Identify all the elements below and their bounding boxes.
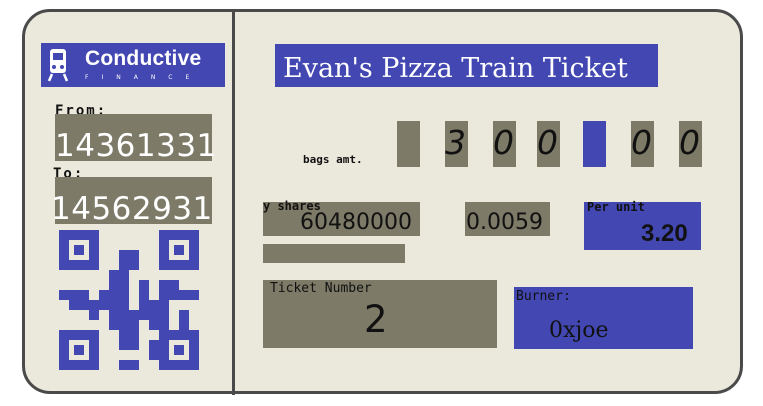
ticket-divider	[232, 10, 235, 395]
stage: Conductive FINANCE From: 14361331 To: 14…	[0, 0, 763, 406]
bags-amount-label: bags amt.	[303, 153, 363, 166]
bags-digit-3-text: 0	[537, 123, 558, 162]
bags-digit-1-text: 3	[445, 123, 466, 162]
brand-logo: Conductive FINANCE	[41, 43, 225, 87]
bags-digit-4-text: 0	[631, 123, 652, 162]
per-unit-label: Per unit	[587, 200, 645, 214]
burner-label: Burner:	[516, 289, 571, 304]
ticket-number-value: 2	[364, 298, 388, 341]
shares-bar	[263, 244, 405, 263]
bags-digit-5-text: 0	[679, 123, 700, 162]
brand-subtitle: FINANCE	[85, 74, 203, 81]
shares-value: 60480000	[300, 210, 412, 235]
train-icon	[47, 49, 69, 82]
per-unit-value: 3.20	[641, 220, 688, 247]
to-value: 14562931	[51, 191, 213, 227]
burner-value: 0xjoe	[549, 318, 609, 343]
from-value: 14361331	[55, 128, 217, 164]
ticket-title: Evan's Pizza Train Ticket	[283, 53, 628, 84]
ticket-number-label: Ticket Number	[270, 281, 372, 296]
bags-digit-2-text: 0	[493, 123, 514, 162]
brand-name: Conductive	[85, 47, 202, 70]
price-value: 0.0059	[466, 210, 543, 235]
bags-decimal-marker	[583, 121, 606, 167]
qr-code-icon	[59, 230, 199, 370]
bags-digit-0	[397, 121, 420, 167]
